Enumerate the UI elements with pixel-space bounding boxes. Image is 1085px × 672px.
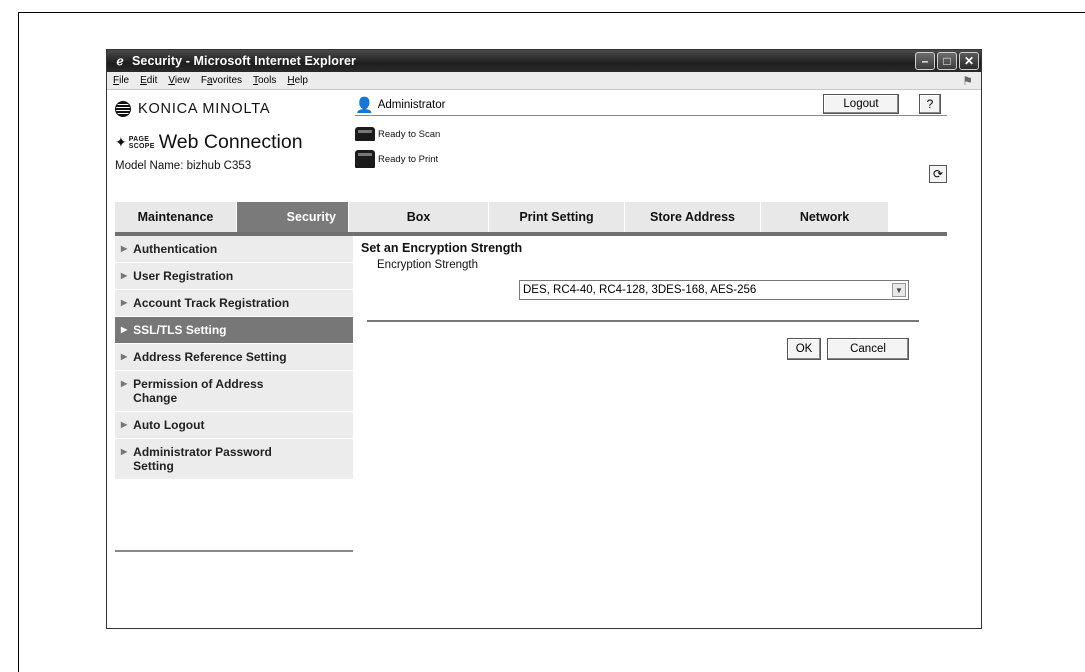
refresh-icon: ⟳: [932, 167, 944, 181]
menu-help[interactable]: Help: [287, 75, 308, 86]
maximize-button[interactable]: □: [937, 52, 957, 70]
pagescope-bottom: SCOPE: [128, 142, 155, 150]
section-title: Set an Encryption Strength: [361, 241, 523, 255]
encryption-strength-value: DES, RC4-40, RC4-128, 3DES-168, AES-256: [523, 284, 757, 296]
tab-maintenance[interactable]: Maintenance: [115, 202, 237, 232]
menu-tools[interactable]: Tools: [253, 75, 276, 86]
administrator-icon: 👤: [355, 96, 374, 114]
sidebar-item-administrator-password-setting[interactable]: ▶ Administrator Password Setting: [115, 439, 353, 480]
help-button[interactable]: ?: [919, 94, 941, 114]
arrow-right-icon: ▶: [121, 271, 128, 280]
tab-security[interactable]: Security: [237, 202, 349, 232]
sidebar-item-ssl-tls-setting[interactable]: ▶ SSL/TLS Setting: [115, 317, 353, 344]
windows-logo-icon: ⚑: [962, 74, 973, 88]
globe-icon: [115, 101, 131, 117]
pagescope-top: PAGE: [128, 135, 150, 143]
web-connection-logo: ✦ PAGE SCOPE Web Connection: [115, 131, 345, 154]
model-name: Model Name: bizhub C353: [115, 160, 252, 172]
konica-minolta-logo: KONICA MINOLTA: [115, 101, 345, 117]
menu-view[interactable]: View: [168, 75, 190, 86]
refresh-button[interactable]: ⟳: [929, 165, 947, 183]
scanner-icon: [355, 127, 375, 141]
tab-print-setting[interactable]: Print Setting: [489, 202, 625, 232]
sidebar-item-auto-logout[interactable]: ▶ Auto Logout: [115, 412, 353, 439]
ok-button[interactable]: OK: [787, 338, 821, 360]
tab-bar: Maintenance Security Box Print Setting S…: [115, 202, 947, 236]
scan-status: Ready to Scan: [355, 127, 440, 141]
encryption-strength-label: Encryption Strength: [377, 259, 479, 271]
tab-network[interactable]: Network: [761, 202, 889, 232]
minimize-button[interactable]: –: [915, 52, 935, 70]
sidebar-item-account-track-registration[interactable]: ▶ Account Track Registration: [115, 290, 353, 317]
sidebar-item-user-registration[interactable]: ▶ User Registration: [115, 263, 353, 290]
pagescope-icon: ✦: [115, 134, 127, 150]
window-title: Security - Microsoft Internet Explorer: [132, 54, 356, 68]
logout-button[interactable]: Logout: [823, 94, 899, 114]
section-divider: [367, 320, 919, 322]
browser-window: ℯ Security - Microsoft Internet Explorer…: [106, 49, 982, 629]
arrow-right-icon: ▶: [121, 298, 128, 307]
print-status-text: Ready to Print: [378, 153, 439, 165]
arrow-right-icon: ▶: [121, 244, 128, 253]
product-name: Web Connection: [158, 131, 303, 153]
arrow-right-icon: ▶: [121, 325, 128, 334]
arrow-right-icon: ▶: [121, 447, 128, 456]
menu-favorites[interactable]: Favorites: [201, 75, 242, 86]
arrow-right-icon: ▶: [121, 352, 128, 361]
chevron-down-icon[interactable]: ▼: [892, 283, 906, 297]
menu-edit[interactable]: Edit: [140, 75, 157, 86]
sidebar-item-permission-of-address-change[interactable]: ▶ Permission of Address Change: [115, 371, 353, 412]
arrow-right-icon: ▶: [121, 420, 128, 429]
printer-icon: [355, 150, 375, 168]
title-bar[interactable]: ℯ Security - Microsoft Internet Explorer…: [107, 50, 981, 72]
close-button[interactable]: ✕: [959, 52, 979, 70]
ie-icon: ℯ: [116, 54, 124, 68]
sidebar-item-address-reference-setting[interactable]: ▶ Address Reference Setting: [115, 344, 353, 371]
sidebar: ▶ Authentication ▶ User Registration ▶ A…: [115, 236, 353, 480]
print-status: Ready to Print: [355, 150, 438, 168]
encryption-strength-select[interactable]: DES, RC4-40, RC4-128, 3DES-168, AES-256 …: [519, 280, 909, 300]
brand-name: KONICA MINOLTA: [138, 101, 271, 117]
sidebar-item-authentication[interactable]: ▶ Authentication: [115, 236, 353, 263]
tab-store-address[interactable]: Store Address: [625, 202, 761, 232]
scan-status-text: Ready to Scan: [378, 128, 441, 140]
admin-bar: 👤 Administrator Logout ?: [355, 94, 947, 116]
brand-area: KONICA MINOLTA ✦ PAGE SCOPE Web Connecti…: [115, 101, 345, 172]
menu-file[interactable]: File: [113, 75, 129, 86]
cancel-button[interactable]: Cancel: [827, 338, 909, 360]
arrow-right-icon: ▶: [121, 379, 128, 388]
menu-bar: File Edit View Favorites Tools Help ⚑: [107, 72, 981, 90]
sidebar-divider: [115, 550, 353, 552]
user-name: Administrator: [377, 98, 446, 111]
tab-box[interactable]: Box: [349, 202, 489, 232]
page-content: KONICA MINOLTA ✦ PAGE SCOPE Web Connecti…: [107, 91, 981, 628]
main-panel: Set an Encryption Strength Encryption St…: [361, 241, 921, 360]
